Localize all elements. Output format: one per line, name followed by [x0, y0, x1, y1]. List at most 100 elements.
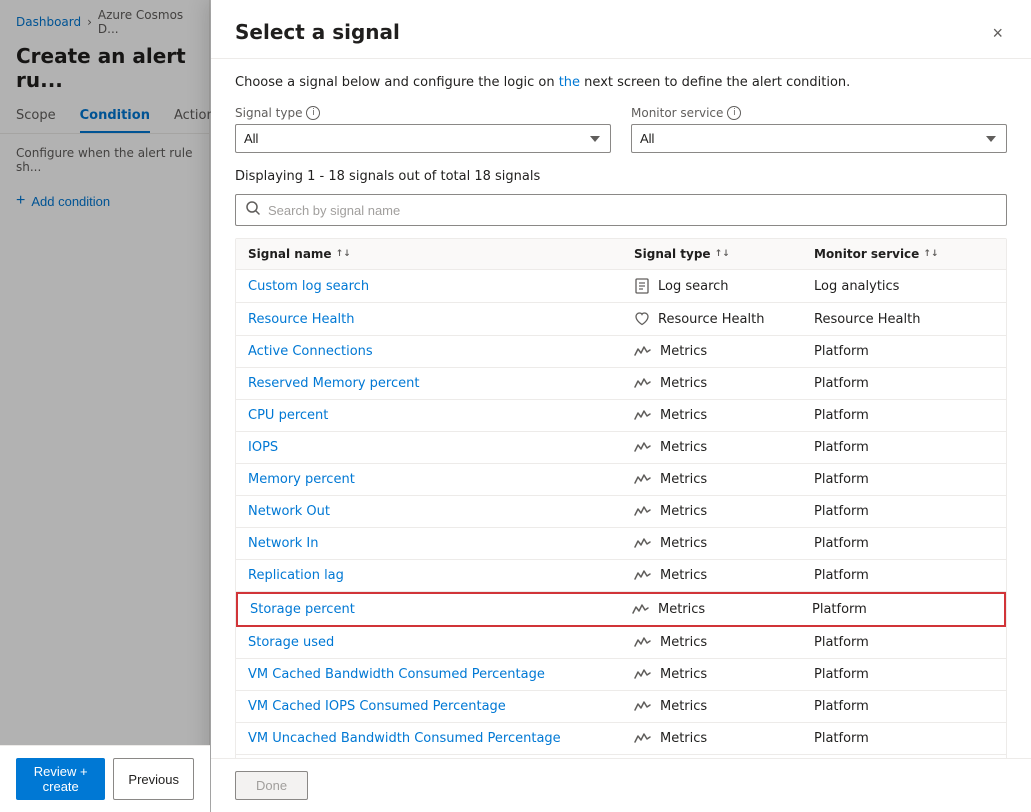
col-header-signal-name[interactable]: Signal name ↑↓: [248, 247, 634, 261]
bottom-action-bar: Review + create Previous: [0, 745, 210, 812]
metrics-icon: [634, 377, 652, 391]
resource-health-icon: [634, 311, 650, 327]
signal-table: Signal name ↑↓ Signal type ↑↓ Monitor se…: [235, 238, 1007, 758]
monitor-service-cell: Platform: [814, 699, 994, 714]
review-create-button[interactable]: Review + create: [16, 758, 105, 800]
select-signal-panel: Select a signal × Choose a signal below …: [211, 0, 1031, 812]
monitor-service-cell: Platform: [812, 602, 992, 617]
signal-name-cell: IOPS: [248, 440, 634, 455]
monitor-service-cell: Platform: [814, 568, 994, 583]
monitor-service-label: Monitor service i: [631, 106, 1007, 120]
monitor-service-cell: Platform: [814, 731, 994, 746]
signal-name-cell: Custom log search: [248, 279, 634, 294]
signal-type-cell: Metrics: [634, 699, 814, 714]
table-row[interactable]: Network In Metrics Platform: [236, 528, 1006, 560]
col-header-signal-type[interactable]: Signal type ↑↓: [634, 247, 814, 261]
signal-type-cell: Metrics: [634, 408, 814, 423]
signal-type-select[interactable]: All: [235, 124, 611, 153]
monitor-service-cell: Platform: [814, 635, 994, 650]
signal-name-cell: VM Uncached Bandwidth Consumed Percentag…: [248, 731, 634, 746]
signal-type-cell: Metrics: [634, 536, 814, 551]
signal-type-cell: Resource Health: [634, 311, 814, 327]
table-row[interactable]: Storage used Metrics Platform: [236, 627, 1006, 659]
monitor-service-select[interactable]: All: [631, 124, 1007, 153]
signal-name-cell: Network Out: [248, 504, 634, 519]
signal-name-cell: Storage used: [248, 635, 634, 650]
table-row[interactable]: CPU percent Metrics Platform: [236, 400, 1006, 432]
signal-type-filter-group: Signal type i All: [235, 106, 611, 153]
metrics-icon: [634, 700, 652, 714]
metrics-icon: [634, 537, 652, 551]
search-box: [235, 194, 1007, 226]
monitor-service-cell: Platform: [814, 536, 994, 551]
table-row[interactable]: Replication lag Metrics Platform: [236, 560, 1006, 592]
signal-type-cell: Metrics: [634, 731, 814, 746]
table-row[interactable]: Storage percent Metrics Platform: [236, 592, 1006, 627]
signal-name-cell: CPU percent: [248, 408, 634, 423]
monitor-service-cell: Platform: [814, 472, 994, 487]
signal-name-cell: VM Cached Bandwidth Consumed Percentage: [248, 667, 634, 682]
metrics-icon: [634, 409, 652, 423]
modal-overlay: Select a signal × Choose a signal below …: [0, 0, 1031, 812]
table-row[interactable]: Reserved Memory percent Metrics Platform: [236, 368, 1006, 400]
table-row[interactable]: Network Out Metrics Platform: [236, 496, 1006, 528]
metrics-icon: [634, 505, 652, 519]
metrics-icon: [634, 636, 652, 650]
signal-type-cell: Metrics: [632, 602, 812, 617]
signal-type-label: Signal type i: [235, 106, 611, 120]
done-button[interactable]: Done: [235, 771, 308, 800]
signal-type-cell: Metrics: [634, 472, 814, 487]
signal-name-cell: Reserved Memory percent: [248, 376, 634, 391]
table-row[interactable]: IOPS Metrics Platform: [236, 432, 1006, 464]
signal-name-cell: Replication lag: [248, 568, 634, 583]
monitor-service-cell: Platform: [814, 504, 994, 519]
modal-description: Choose a signal below and configure the …: [235, 75, 1007, 90]
monitor-service-cell: Log analytics: [814, 279, 994, 294]
signal-type-info-icon[interactable]: i: [306, 106, 320, 120]
sort-monitor-service-icon[interactable]: ↑↓: [923, 249, 938, 259]
signal-name-cell: Active Connections: [248, 344, 634, 359]
modal-body: Choose a signal below and configure the …: [211, 59, 1031, 758]
metrics-icon: [634, 473, 652, 487]
metrics-icon: [634, 345, 652, 359]
table-row[interactable]: Custom log search Log search Log analyti…: [236, 270, 1006, 303]
table-row[interactable]: Resource Health Resource Health Resource…: [236, 303, 1006, 336]
col-header-monitor-service[interactable]: Monitor service ↑↓: [814, 247, 994, 261]
sort-signal-type-icon[interactable]: ↑↓: [715, 249, 730, 259]
monitor-service-cell: Platform: [814, 408, 994, 423]
sort-signal-name-icon[interactable]: ↑↓: [336, 249, 351, 259]
modal-close-button[interactable]: ×: [988, 20, 1007, 46]
metrics-icon: [634, 668, 652, 682]
signal-name-cell: VM Cached IOPS Consumed Percentage: [248, 699, 634, 714]
monitor-service-cell: Platform: [814, 440, 994, 455]
signal-type-cell: Metrics: [634, 635, 814, 650]
signal-count-text: Displaying 1 - 18 signals out of total 1…: [235, 169, 1007, 184]
signal-name-cell: Resource Health: [248, 312, 634, 327]
signal-name-cell: Storage percent: [250, 602, 632, 617]
signal-type-cell: Metrics: [634, 504, 814, 519]
table-row[interactable]: VM Cached Bandwidth Consumed Percentage …: [236, 659, 1006, 691]
previous-button[interactable]: Previous: [113, 758, 194, 800]
metrics-icon: [634, 732, 652, 746]
signal-type-cell: Metrics: [634, 344, 814, 359]
search-signal-input[interactable]: [268, 203, 996, 218]
signal-type-cell: Metrics: [634, 440, 814, 455]
monitor-service-cell: Resource Health: [814, 312, 994, 327]
signal-name-cell: Network In: [248, 536, 634, 551]
table-row[interactable]: VM Uncached Bandwidth Consumed Percentag…: [236, 723, 1006, 755]
signal-type-cell: Log search: [634, 278, 814, 294]
table-row[interactable]: Active Connections Metrics Platform: [236, 336, 1006, 368]
monitor-service-info-icon[interactable]: i: [727, 106, 741, 120]
table-row[interactable]: VM Cached IOPS Consumed Percentage Metri…: [236, 691, 1006, 723]
modal-title: Select a signal: [235, 20, 400, 44]
signal-name-cell: Memory percent: [248, 472, 634, 487]
signal-type-cell: Metrics: [634, 667, 814, 682]
signal-type-cell: Metrics: [634, 376, 814, 391]
table-row[interactable]: Memory percent Metrics Platform: [236, 464, 1006, 496]
signal-type-cell: Metrics: [634, 568, 814, 583]
metrics-icon: [634, 441, 652, 455]
filter-row: Signal type i All Monitor service i All: [235, 106, 1007, 153]
table-body: Custom log search Log search Log analyti…: [236, 270, 1006, 758]
monitor-service-cell: Platform: [814, 667, 994, 682]
monitor-service-filter-group: Monitor service i All: [631, 106, 1007, 153]
